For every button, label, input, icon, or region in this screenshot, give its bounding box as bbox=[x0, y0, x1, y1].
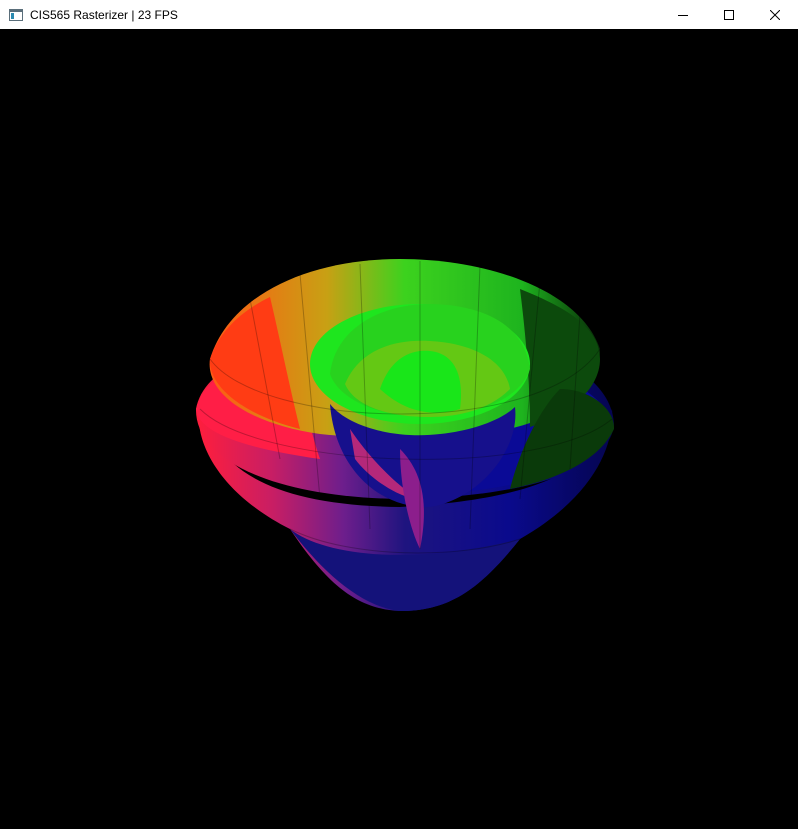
maximize-icon bbox=[724, 9, 734, 20]
close-icon bbox=[770, 9, 780, 20]
window-title: CIS565 Rasterizer | 23 FPS bbox=[30, 7, 178, 22]
title-bar[interactable]: CIS565 Rasterizer | 23 FPS bbox=[0, 0, 798, 29]
minimize-button[interactable] bbox=[660, 0, 706, 29]
maximize-button[interactable] bbox=[706, 0, 752, 29]
render-viewport[interactable] bbox=[0, 29, 798, 829]
close-button[interactable] bbox=[752, 0, 798, 29]
rendered-mesh bbox=[195, 259, 615, 611]
minimize-icon bbox=[678, 14, 688, 16]
window-controls bbox=[660, 0, 798, 29]
application-window: CIS565 Rasterizer | 23 FPS bbox=[0, 0, 798, 829]
app-window-icon bbox=[8, 7, 24, 23]
